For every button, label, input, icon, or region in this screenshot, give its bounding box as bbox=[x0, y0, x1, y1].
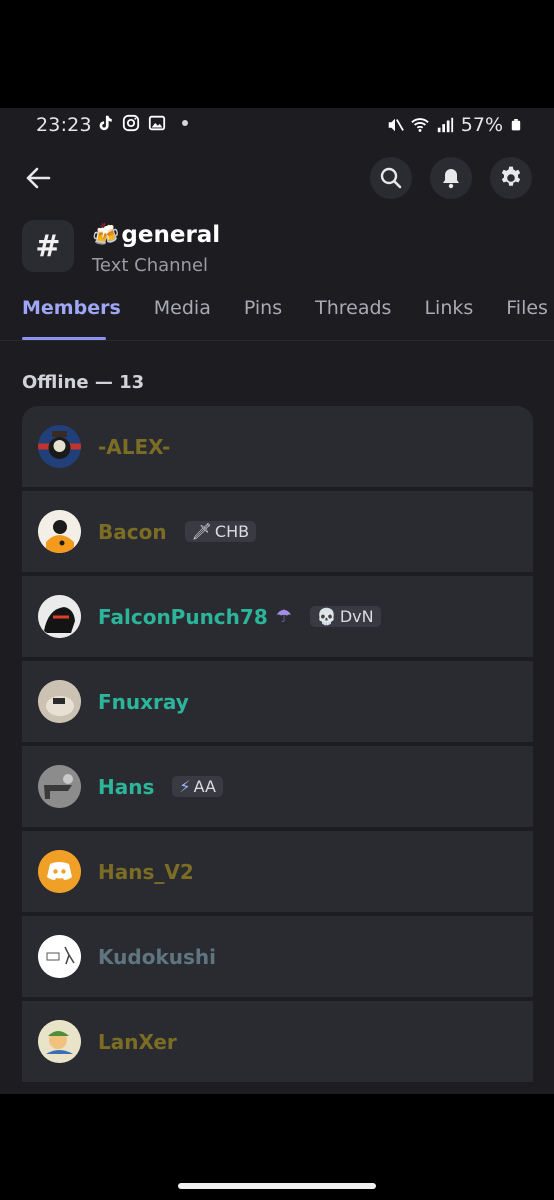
signal-icon bbox=[437, 117, 453, 133]
channel-tabs: Members Media Pins Threads Links Files bbox=[22, 297, 548, 337]
notification-settings-button[interactable] bbox=[430, 157, 472, 199]
gear-icon bbox=[501, 166, 521, 186]
tab-divider bbox=[0, 340, 554, 341]
sword-emoji-icon: 🗡 bbox=[191, 522, 212, 541]
member-list: -ALEX- Bacon 🗡 CHB FalconPunch78 ☂ 💀 DvN bbox=[22, 406, 533, 1086]
role-tag: ⚡ AA bbox=[172, 776, 223, 797]
avatar bbox=[38, 425, 81, 468]
member-row[interactable]: Kudokushi bbox=[22, 916, 533, 997]
status-time: 23:23 bbox=[36, 114, 92, 136]
mute-icon bbox=[388, 118, 404, 132]
channel-title: 🍻 general bbox=[92, 222, 220, 248]
member-name: Hans_V2 bbox=[98, 859, 194, 884]
status-bar: 23:23 57% bbox=[0, 108, 554, 142]
umbrella-emoji-icon: ☂ bbox=[275, 606, 292, 627]
discord-logo-icon bbox=[38, 850, 81, 893]
wifi-icon bbox=[411, 118, 429, 132]
member-name: LanXer bbox=[98, 1029, 177, 1054]
tab-threads[interactable]: Threads bbox=[315, 297, 391, 337]
role-tag-text: DvN bbox=[339, 607, 374, 626]
member-name: Hans bbox=[98, 774, 155, 799]
member-row[interactable]: Hans ⚡ AA bbox=[22, 746, 533, 827]
back-arrow-icon bbox=[26, 167, 51, 189]
member-row[interactable]: Hans_V2 bbox=[22, 831, 533, 912]
instagram-icon bbox=[122, 114, 140, 132]
member-row[interactable]: FalconPunch78 ☂ 💀 DvN bbox=[22, 576, 533, 657]
tab-media[interactable]: Media bbox=[154, 297, 211, 337]
member-row[interactable]: Bacon 🗡 CHB bbox=[22, 491, 533, 572]
battery-percent: 57% bbox=[460, 114, 503, 136]
more-notifications-dot bbox=[182, 120, 188, 126]
avatar bbox=[38, 935, 81, 978]
role-tag: 🗡 CHB bbox=[184, 521, 257, 542]
tab-files[interactable]: Files bbox=[506, 297, 548, 337]
avatar bbox=[38, 850, 81, 893]
lightning-emoji-icon: ⚡ bbox=[179, 777, 191, 796]
member-row[interactable]: Fnuxray bbox=[22, 661, 533, 742]
battery-icon bbox=[511, 119, 521, 131]
member-name: FalconPunch78 bbox=[98, 604, 268, 629]
back-button[interactable] bbox=[20, 160, 56, 196]
notification-icons bbox=[96, 114, 188, 132]
skull-emoji-icon: 💀 bbox=[316, 607, 337, 626]
avatar bbox=[38, 680, 81, 723]
channel-name: general bbox=[121, 222, 221, 248]
role-tag-text: AA bbox=[193, 777, 216, 796]
home-gesture-bar[interactable] bbox=[178, 1183, 376, 1189]
gallery-icon bbox=[148, 115, 166, 131]
channel-type-label: Text Channel bbox=[92, 255, 209, 276]
member-name: Kudokushi bbox=[98, 944, 216, 969]
avatar bbox=[38, 1020, 81, 1063]
bell-icon bbox=[443, 169, 459, 189]
system-indicators: 57% bbox=[386, 114, 522, 136]
search-icon bbox=[380, 167, 402, 189]
offline-section-label: Offline — 13 bbox=[22, 372, 145, 393]
channel-info-screen: 23:23 57% # 🍻 general Text Channel Membe… bbox=[0, 108, 554, 1094]
avatar bbox=[38, 765, 81, 808]
avatar bbox=[38, 510, 81, 553]
tab-members[interactable]: Members bbox=[22, 297, 121, 337]
beer-emoji-icon: 🍻 bbox=[92, 222, 120, 248]
settings-button[interactable] bbox=[490, 157, 532, 199]
channel-hash-icon: # bbox=[22, 220, 74, 272]
role-tag: 💀 DvN bbox=[309, 606, 381, 627]
member-name: Fnuxray bbox=[98, 689, 189, 714]
member-name: Bacon bbox=[98, 519, 167, 544]
member-name: -ALEX- bbox=[98, 434, 171, 459]
member-row[interactable]: -ALEX- bbox=[22, 406, 533, 487]
tab-links[interactable]: Links bbox=[424, 297, 473, 337]
tiktok-icon bbox=[99, 115, 112, 131]
role-tag-text: CHB bbox=[214, 522, 250, 541]
member-row[interactable]: LanXer bbox=[22, 1001, 533, 1082]
avatar bbox=[38, 595, 81, 638]
search-button[interactable] bbox=[370, 157, 412, 199]
tab-pins[interactable]: Pins bbox=[244, 297, 282, 337]
